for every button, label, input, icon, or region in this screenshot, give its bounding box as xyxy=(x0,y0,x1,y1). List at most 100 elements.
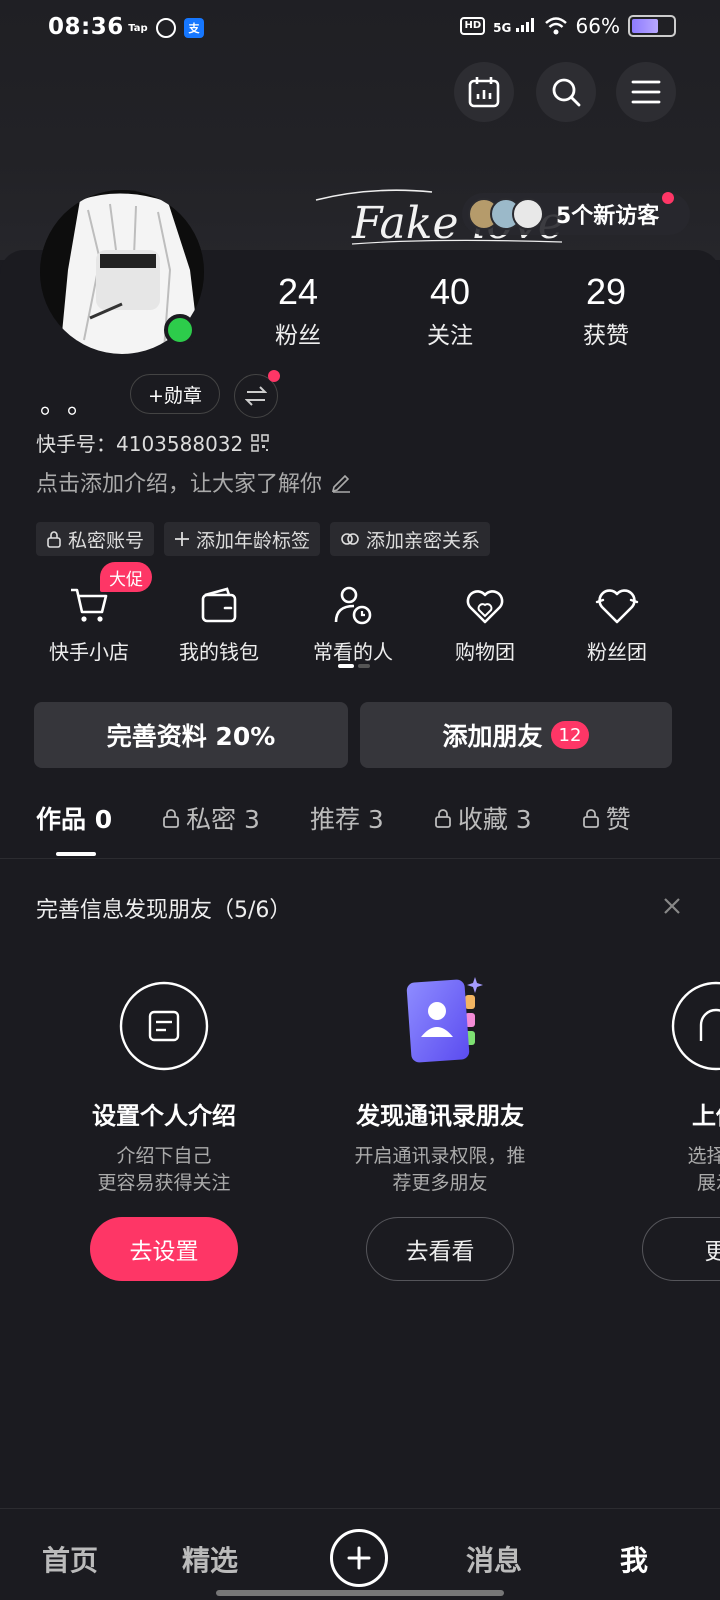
func-shopping-group[interactable]: 购物团 xyxy=(420,578,550,665)
home-indicator xyxy=(216,1590,504,1596)
kuaishou-id[interactable]: 快手号：4103588032 xyxy=(36,428,270,457)
go-see-button[interactable]: 去看看 xyxy=(366,1217,514,1281)
alipay-app-icon: 支 xyxy=(184,18,204,38)
battery-level-fill xyxy=(632,19,659,33)
func-frequent-people[interactable]: 常看的人 xyxy=(288,578,418,665)
add-friends-count-badge: 12 xyxy=(550,721,590,749)
card-set-intro: 设置个人介绍 介绍下自己 更容易获得关注 去设置 xyxy=(64,970,264,1281)
signal-bars-icon xyxy=(515,17,534,32)
tab-label: 作品 0 xyxy=(36,805,113,834)
profile-screen: 08:36 Tap 支 HD 5G 66% Fake love 5个新访客 24… xyxy=(0,0,720,1600)
friend-finder-close-button[interactable] xyxy=(660,894,684,918)
battery-percent: 66% xyxy=(575,14,620,38)
stat-number: 24 xyxy=(277,271,319,312)
visitor-avatar xyxy=(512,198,544,230)
person-clock-icon xyxy=(334,586,372,625)
stat-label: 关注 xyxy=(427,323,473,349)
hd-icon: HD xyxy=(460,17,486,35)
go-set-button[interactable]: 去设置 xyxy=(90,1217,238,1281)
visitors-red-dot xyxy=(662,192,674,204)
hamburger-menu-icon xyxy=(631,80,661,104)
network-type: 5G xyxy=(493,20,512,35)
stat-following[interactable]: 40 关注 xyxy=(390,272,510,350)
kuaishou-id-text: 快手号：4103588032 xyxy=(36,432,244,456)
wifi-icon xyxy=(544,17,567,35)
stat-number: 29 xyxy=(585,271,627,312)
upload-circle-icon xyxy=(671,981,720,1071)
card-action-button[interactable]: 更 xyxy=(642,1217,720,1281)
tag-label: 添加年龄标签 xyxy=(196,529,311,552)
document-circle-icon xyxy=(119,981,209,1071)
status-app-icons: Tap 支 xyxy=(128,18,204,38)
card-title: 设置个人介绍 xyxy=(92,1102,236,1130)
lock-icon xyxy=(163,809,180,828)
nav-me[interactable]: 我 xyxy=(620,1539,648,1579)
bio-placeholder[interactable]: 点击添加介绍，让大家了解你 xyxy=(36,466,352,498)
friend-finder-title: 完善信息发现朋友（5/6） xyxy=(36,898,292,923)
lock-icon xyxy=(582,809,599,828)
switch-red-dot xyxy=(268,370,280,382)
func-label: 我的钱包 xyxy=(179,640,259,664)
tag-add-age[interactable]: 添加年龄标签 xyxy=(164,522,321,556)
heart-badge-icon xyxy=(595,589,639,624)
tab-recommend[interactable]: 推荐 3 xyxy=(310,800,384,836)
plus-icon xyxy=(175,532,190,546)
add-friends-label: 添加朋友 xyxy=(442,722,543,751)
func-label: 购物团 xyxy=(455,640,515,664)
stat-label: 粉丝 xyxy=(275,323,321,349)
stat-followers[interactable]: 24 粉丝 xyxy=(238,272,358,350)
circle-app-icon xyxy=(156,18,176,38)
address-book-icon xyxy=(406,977,483,1063)
menu-button[interactable] xyxy=(616,62,676,122)
function-page-indicator xyxy=(338,664,370,668)
tab-label: 赞 xyxy=(605,805,631,834)
new-visitors-button[interactable]: 5个新访客 xyxy=(462,193,690,235)
qrcode-icon xyxy=(251,433,270,452)
tab-works[interactable]: 作品 0 xyxy=(36,800,112,836)
active-tab-indicator xyxy=(56,852,96,856)
status-time: 08:36 xyxy=(48,14,124,40)
plus-icon xyxy=(347,1546,371,1570)
lock-icon xyxy=(47,531,61,548)
complete-profile-button[interactable]: 完善资料 20% xyxy=(34,702,348,768)
card-title: 上传 xyxy=(692,1102,720,1130)
card-description: 选择喜 展示 xyxy=(687,1145,720,1194)
nav-create-button[interactable] xyxy=(330,1529,388,1587)
func-label: 常看的人 xyxy=(313,640,393,664)
tab-private[interactable]: 私密 3 xyxy=(162,800,260,836)
close-icon xyxy=(664,898,680,914)
tab-label: 收藏 3 xyxy=(457,805,532,834)
page-dot xyxy=(358,664,370,668)
calendar-button[interactable] xyxy=(454,62,514,122)
swap-arrows-icon xyxy=(245,386,267,406)
stat-likes[interactable]: 29 获赞 xyxy=(546,272,666,350)
edit-pencil-icon xyxy=(331,474,351,493)
card-upload-partial: 上传 选择喜 展示 更 xyxy=(616,970,720,1281)
nav-featured[interactable]: 精选 xyxy=(182,1539,238,1579)
func-my-wallet[interactable]: 我的钱包 xyxy=(154,578,284,665)
tag-label: 添加亲密关系 xyxy=(366,529,481,552)
online-status-dot xyxy=(164,314,196,346)
add-medal-button[interactable]: +勋章 xyxy=(130,374,220,414)
nav-home[interactable]: 首页 xyxy=(42,1539,98,1579)
bio-text: 点击添加介绍，让大家了解你 xyxy=(36,472,323,497)
add-friends-button[interactable]: 添加朋友 12 xyxy=(360,702,672,768)
tab-likes[interactable]: 赞 xyxy=(582,800,631,836)
tab-favorites[interactable]: 收藏 3 xyxy=(434,800,532,836)
tag-private-account[interactable]: 私密账号 xyxy=(36,522,155,556)
promo-badge: 大促 xyxy=(100,562,152,592)
card-title: 发现通讯录朋友 xyxy=(356,1102,524,1130)
search-button[interactable] xyxy=(536,62,596,122)
visitors-label: 5个新访客 xyxy=(556,204,660,229)
page-dot-active xyxy=(338,664,354,668)
status-bar: 08:36 Tap 支 HD 5G 66% xyxy=(0,0,720,56)
tag-add-relation[interactable]: 添加亲密关系 xyxy=(330,522,491,556)
nav-messages[interactable]: 消息 xyxy=(466,1539,522,1579)
func-fan-group[interactable]: 粉丝团 xyxy=(552,578,682,665)
tag-label: 私密账号 xyxy=(68,529,145,552)
content-tabs: 作品 0 私密 3 推荐 3 收藏 3 赞 xyxy=(36,800,681,836)
tap-app-icon: Tap xyxy=(128,22,148,34)
nickname[interactable]: 。。 xyxy=(40,384,107,421)
card-contacts-friends: 发现通讯录朋友 开启通讯录权限，推 荐更多朋友 去看看 xyxy=(340,970,540,1281)
card-description: 开启通讯录权限，推 荐更多朋友 xyxy=(354,1145,526,1194)
